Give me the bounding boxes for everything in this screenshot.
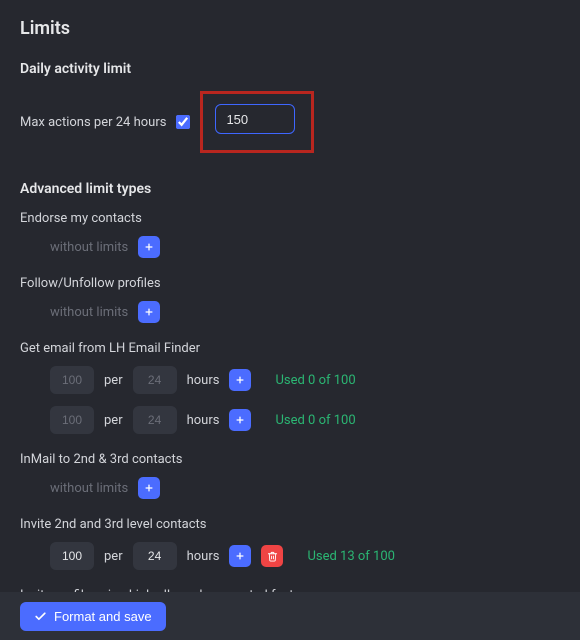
add-limit-button[interactable] <box>138 477 160 499</box>
plus-icon <box>235 375 245 385</box>
limit-group: Follow/Unfollow profiles without limits <box>20 276 560 323</box>
without-limits-label: without limits <box>50 240 128 255</box>
limit-group: Invite 2nd and 3rd level contacts per hour… <box>20 517 560 570</box>
limit-group-title: InMail to 2nd & 3rd contacts <box>20 452 560 467</box>
plus-icon <box>235 551 245 561</box>
footer-bar: Format and save <box>0 592 580 640</box>
per-label: per <box>104 549 123 564</box>
limit-per-input[interactable] <box>133 366 177 394</box>
limit-per-input[interactable] <box>133 542 177 570</box>
limit-count-input[interactable] <box>50 406 94 434</box>
limit-count-input[interactable] <box>50 366 94 394</box>
add-limit-button[interactable] <box>138 236 160 258</box>
page-title: Limits <box>20 18 560 39</box>
add-limit-button[interactable] <box>229 369 251 391</box>
limit-group: InMail to 2nd & 3rd contacts without limi… <box>20 452 560 499</box>
daily-limit-label: Max actions per 24 hours <box>20 115 166 130</box>
limit-row: per hours Used 13 of 100 <box>20 542 560 570</box>
save-button-label: Format and save <box>54 609 152 624</box>
limit-group: Endorse my contacts without limits <box>20 211 560 258</box>
plus-icon <box>235 415 245 425</box>
limit-count-input[interactable] <box>50 542 94 570</box>
limit-group-title: Endorse my contacts <box>20 211 560 226</box>
hours-label: hours <box>187 549 220 564</box>
add-limit-button[interactable] <box>229 409 251 431</box>
used-status: Used 13 of 100 <box>307 549 395 564</box>
advanced-section-title: Advanced limit types <box>20 181 560 197</box>
daily-limit-checkbox[interactable] <box>176 115 190 129</box>
hours-label: hours <box>187 413 220 428</box>
plus-icon <box>144 483 154 493</box>
limit-group-title: Get email from LH Email Finder <box>20 341 560 356</box>
limit-row: without limits <box>20 236 560 258</box>
limit-per-input[interactable] <box>133 406 177 434</box>
format-and-save-button[interactable]: Format and save <box>20 602 166 631</box>
limit-group: Get email from LH Email Finder per hours Us… <box>20 341 560 434</box>
limit-group-title: Invite 2nd and 3rd level contacts <box>20 517 560 532</box>
highlight-box <box>200 91 314 153</box>
plus-icon <box>144 242 154 252</box>
without-limits-label: without limits <box>50 481 128 496</box>
per-label: per <box>104 413 123 428</box>
delete-limit-button[interactable] <box>261 545 283 567</box>
limit-row: without limits <box>20 301 560 323</box>
add-limit-button[interactable] <box>138 301 160 323</box>
check-icon <box>34 610 47 623</box>
limit-row: per hours Used 0 of 100 <box>20 366 560 394</box>
hours-label: hours <box>187 373 220 388</box>
add-limit-button[interactable] <box>229 545 251 567</box>
used-status: Used 0 of 100 <box>275 373 355 388</box>
per-label: per <box>104 373 123 388</box>
daily-limit-row: Max actions per 24 hours <box>20 91 560 153</box>
plus-icon <box>144 307 154 317</box>
trash-icon <box>267 551 278 562</box>
limit-row: without limits <box>20 477 560 499</box>
daily-limit-input[interactable] <box>215 104 295 134</box>
used-status: Used 0 of 100 <box>275 413 355 428</box>
limit-group-title: Follow/Unfollow profiles <box>20 276 560 291</box>
without-limits-label: without limits <box>50 305 128 320</box>
limit-row: per hours Used 0 of 100 <box>20 406 560 434</box>
daily-section-title: Daily activity limit <box>20 61 560 77</box>
